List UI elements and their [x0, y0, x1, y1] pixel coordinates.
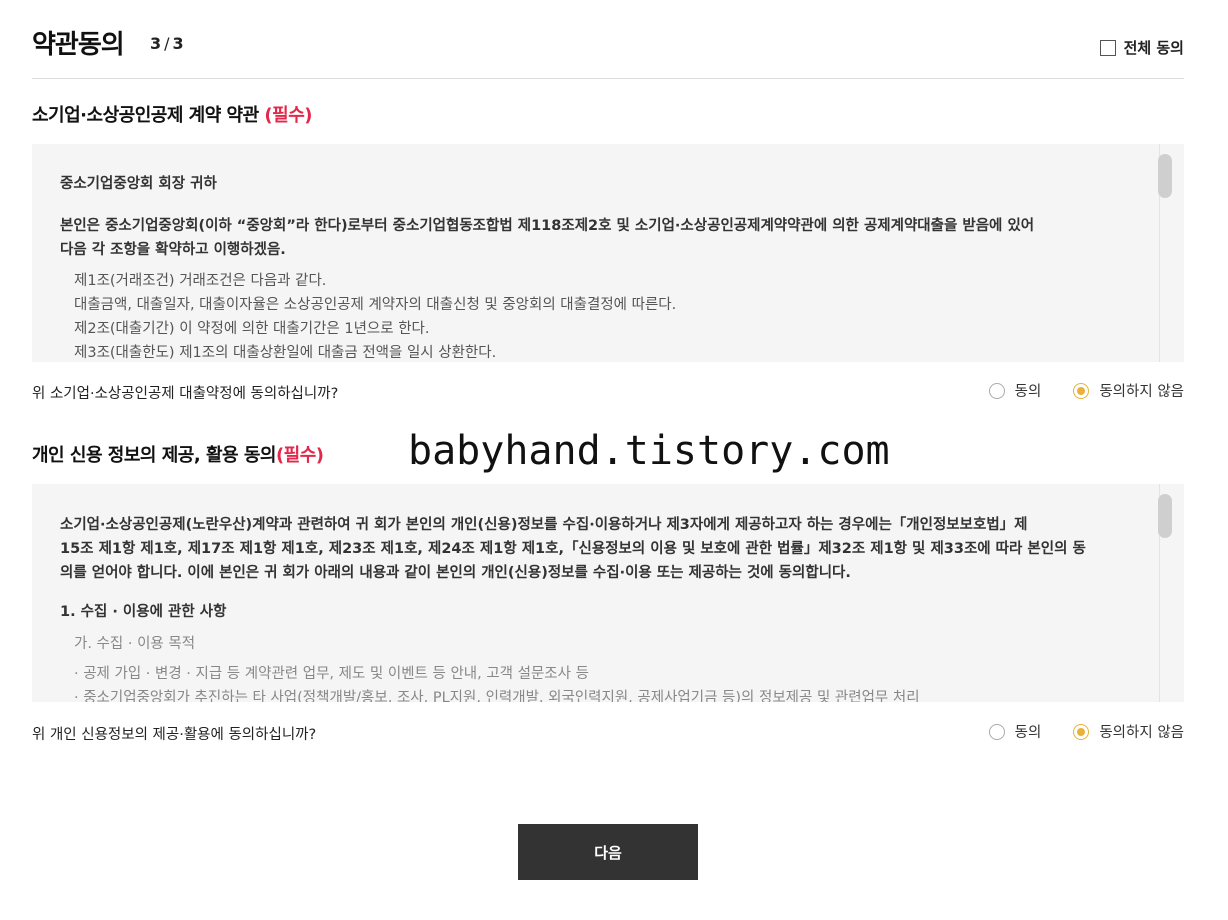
agree-label: 동의: [1014, 725, 1042, 741]
section-title-contract-terms: 소기업·소상공인공제 계약 약관 (필수): [32, 101, 312, 127]
terms-line: 다음 각 조항을 확약하고 이행하겠음.: [60, 242, 286, 258]
step-current: 3: [150, 34, 162, 53]
step-indicator: 3/3: [150, 34, 184, 53]
page-title: 약관동의: [32, 30, 125, 60]
terms-line: 대출금액, 대출일자, 대출이자율은 소상공인공제 계약자의 대출신청 및 중앙…: [74, 297, 677, 313]
consent-question: 위 소기업·소상공인공제 대출약정에 동의하십니까?: [32, 386, 339, 402]
agree-option[interactable]: 동의: [988, 380, 1042, 401]
disagree-option[interactable]: 동의하지 않음: [1073, 721, 1184, 742]
radio-checked-icon[interactable]: [1073, 723, 1090, 740]
terms-box-contract[interactable]: 중소기업중앙회 회장 귀하 본인은 중소기업중앙회(이하 “중앙회”라 한다)로…: [32, 144, 1184, 362]
agree-label: 동의: [1014, 384, 1042, 400]
scrollbar-thumb[interactable]: [1158, 494, 1172, 538]
required-badge: (필수): [275, 445, 324, 466]
section-title-text: 소기업·소상공인공제 계약 약관: [32, 105, 265, 126]
terms-line: 1. 수집 · 이용에 관한 사항: [60, 604, 227, 620]
section-title-credit-info: 개인 신용 정보의 제공, 활용 동의(필수): [32, 441, 324, 467]
terms-line: 15조 제1항 제1호, 제17조 제1항 제1호, 제23조 제1호, 제24…: [60, 541, 1086, 557]
terms-line: · 중소기업중앙회가 추진하는 타 사업(정책개발/홍보, 조사, PL지원, …: [74, 690, 920, 702]
watermark: babyhand.tistory.com: [408, 428, 890, 474]
section-title-text: 개인 신용 정보의 제공, 활용 동의: [32, 445, 276, 466]
agree-option[interactable]: 동의: [988, 721, 1042, 742]
step-total: 3: [172, 34, 184, 53]
agree-all-label: 전체 동의: [1123, 39, 1184, 57]
terms-line: 제2조(대출기간) 이 약정에 의한 대출기간은 1년으로 한다.: [74, 321, 430, 337]
consent-row-credit: 위 개인 신용정보의 제공·활용에 동의하십니까? 동의 동의하지 않음: [32, 721, 1184, 745]
disagree-label: 동의하지 않음: [1099, 384, 1184, 400]
terms-line: 제3조(대출한도) 제1조의 대출상환일에 대출금 전액을 일시 상환한다.: [74, 345, 497, 361]
consent-radio-group: 동의 동의하지 않음: [957, 380, 1184, 401]
scrollbar-thumb[interactable]: [1158, 154, 1172, 198]
consent-radio-group: 동의 동의하지 않음: [957, 721, 1184, 742]
consent-question: 위 개인 신용정보의 제공·활용에 동의하십니까?: [32, 727, 317, 743]
terms-line: 의를 얻어야 합니다. 이에 본인은 귀 회가 아래의 내용과 같이 본인의 개…: [60, 565, 851, 581]
radio-unchecked-icon[interactable]: [988, 723, 1005, 740]
required-badge: (필수): [264, 105, 312, 126]
radio-checked-icon[interactable]: [1073, 382, 1090, 399]
header: 약관동의 3/3 전체 동의: [32, 22, 1184, 79]
next-button[interactable]: 다음: [518, 824, 698, 880]
terms-line: 중소기업중앙회 회장 귀하: [60, 176, 217, 192]
step-separator: /: [164, 34, 170, 53]
consent-row-contract: 위 소기업·소상공인공제 대출약정에 동의하십니까? 동의 동의하지 않음: [32, 380, 1184, 404]
disagree-option[interactable]: 동의하지 않음: [1073, 380, 1184, 401]
terms-line: 소기업·소상공인공제(노란우산)계약과 관련하여 귀 회가 본인의 개인(신용)…: [60, 517, 1028, 533]
radio-unchecked-icon[interactable]: [988, 382, 1005, 399]
agree-all-checkbox[interactable]: 전체 동의: [1099, 37, 1184, 58]
terms-line: 제1조(거래조건) 거래조건은 다음과 같다.: [74, 273, 327, 289]
terms-line: 본인은 중소기업중앙회(이하 “중앙회”라 한다)로부터 중소기업협동조합법 제…: [60, 218, 1035, 234]
checkbox-icon[interactable]: [1099, 39, 1116, 56]
terms-line: 가. 수집 · 이용 목적: [74, 636, 196, 652]
disagree-label: 동의하지 않음: [1099, 725, 1184, 741]
terms-box-credit[interactable]: 소기업·소상공인공제(노란우산)계약과 관련하여 귀 회가 본인의 개인(신용)…: [32, 484, 1184, 702]
